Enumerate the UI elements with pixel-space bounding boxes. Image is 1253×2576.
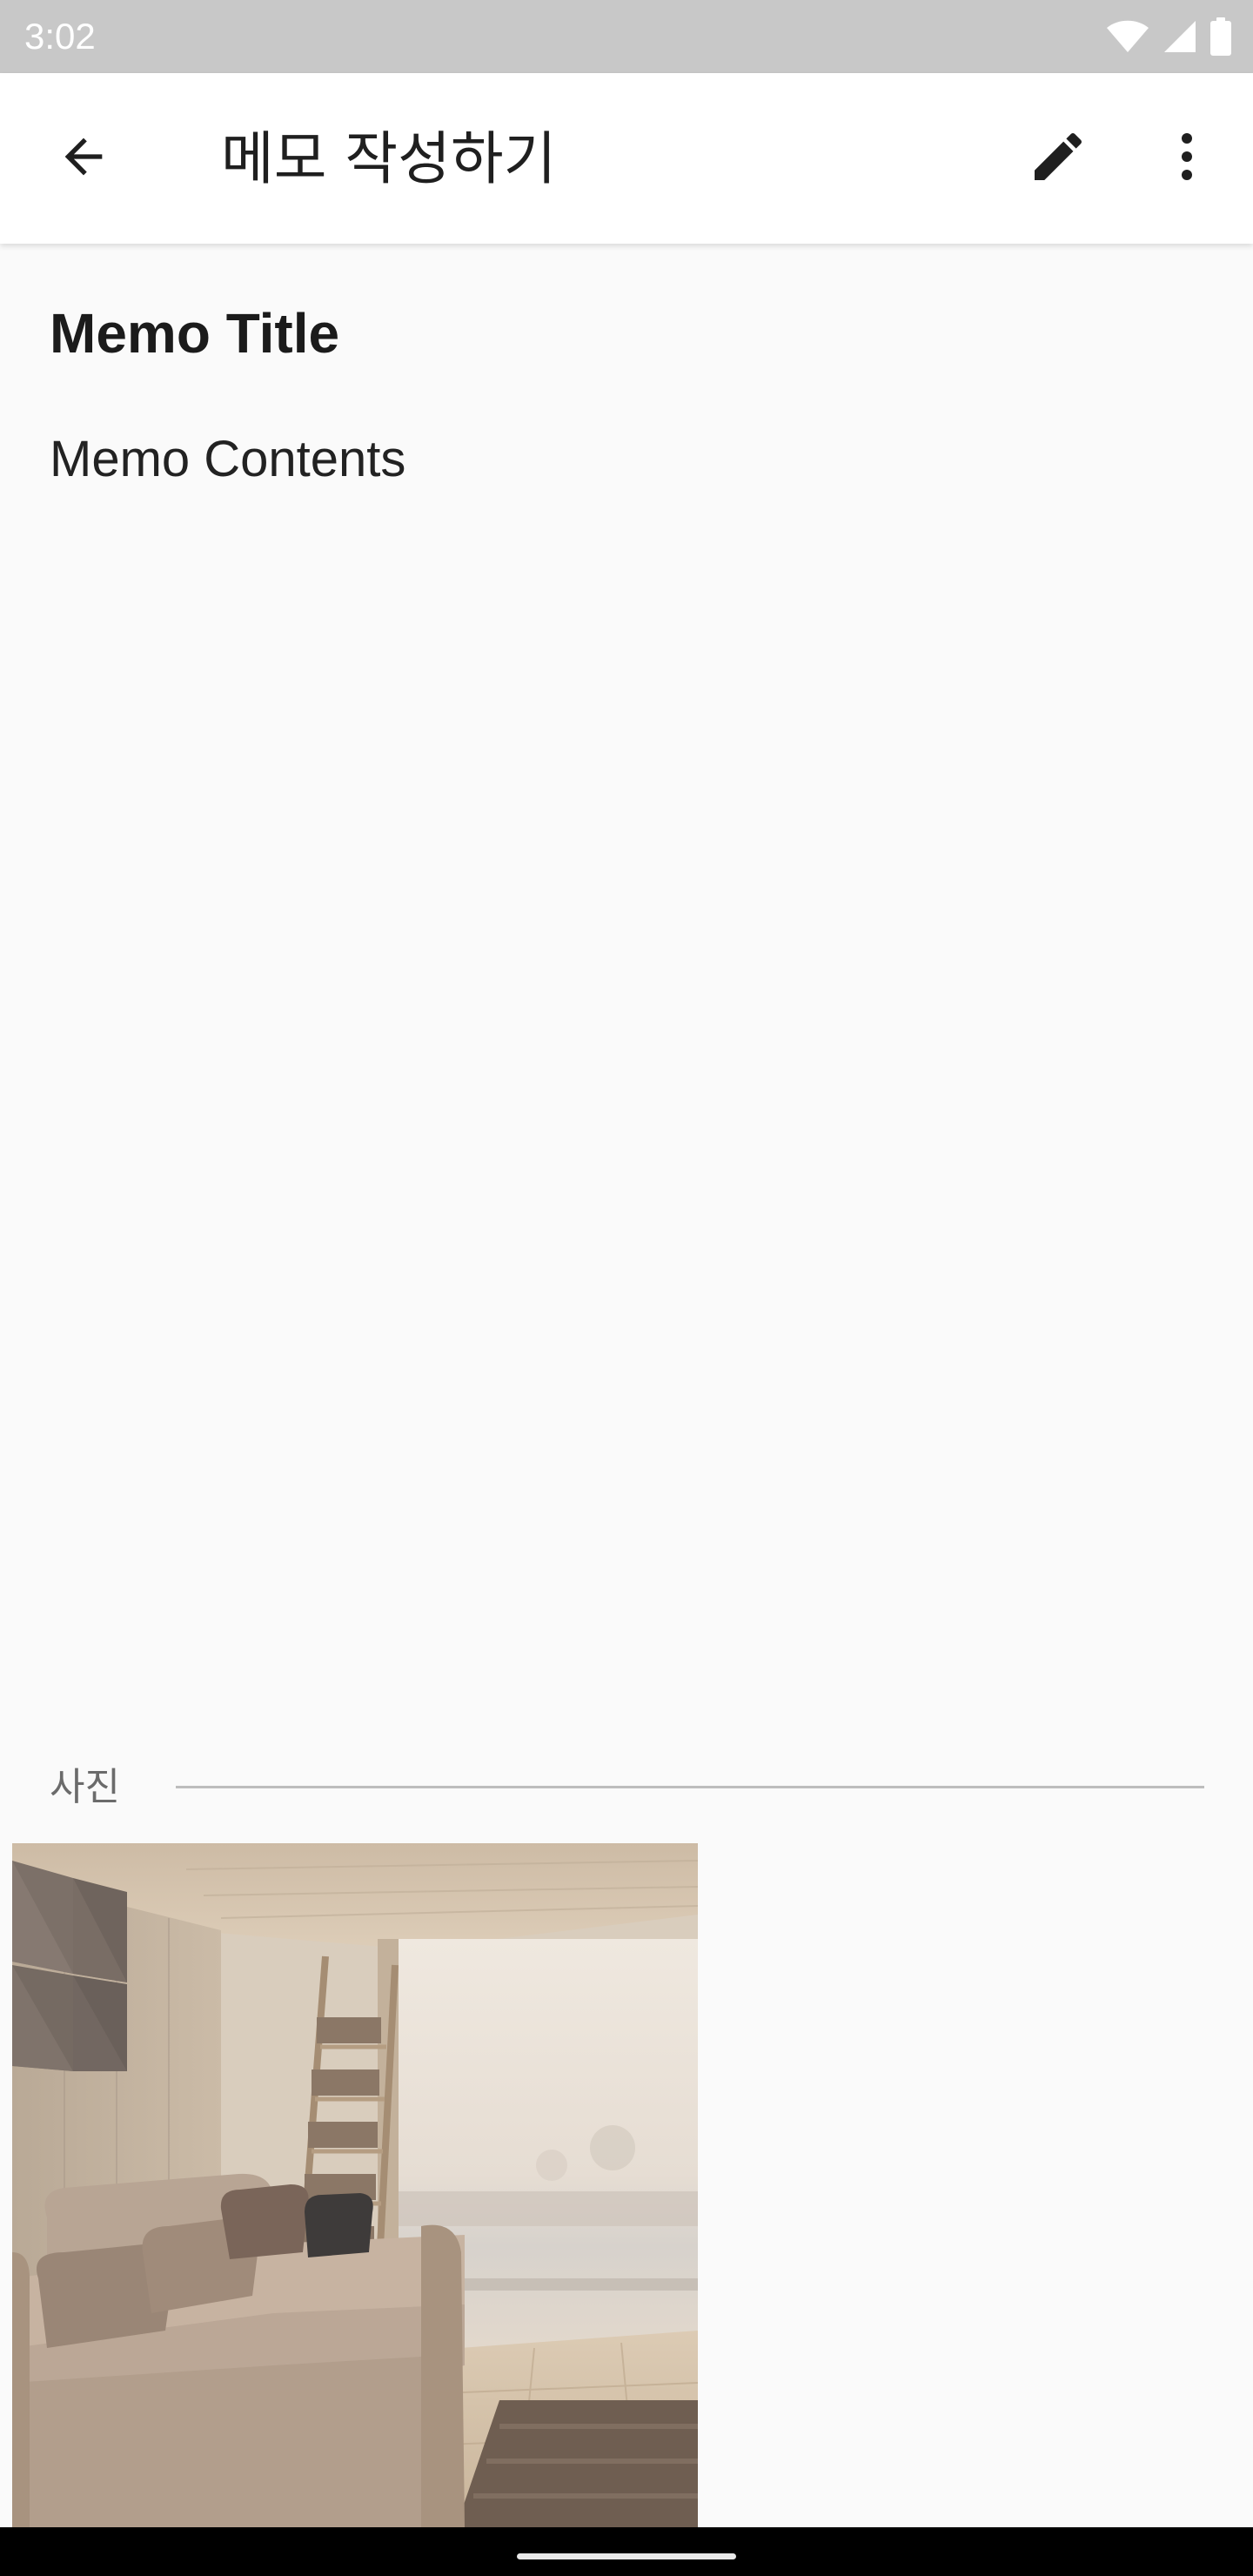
pencil-icon [1027, 125, 1089, 191]
battery-icon [1209, 17, 1232, 56]
status-bar: 3:02 [0, 0, 1253, 73]
memo-detail-screen: 3:02 메모 작성하기 Memo Title Memo Contents 사진 [0, 0, 1253, 2576]
home-gesture-handle[interactable] [517, 2553, 736, 2559]
arrow-back-icon [56, 129, 111, 188]
more-options-button[interactable] [1145, 117, 1229, 200]
memo-contents: Memo Contents [50, 431, 406, 487]
wifi-icon [1105, 19, 1150, 54]
living-room-photo [12, 1843, 698, 2527]
photo-section-label: 사진 [50, 1765, 120, 1809]
app-bar: 메모 작성하기 [0, 73, 1253, 244]
system-navigation-bar [0, 2527, 1253, 2576]
photo-thumbnail[interactable] [12, 1843, 698, 2527]
back-button[interactable] [42, 117, 125, 200]
edit-button[interactable] [1016, 117, 1100, 200]
cellular-signal-icon [1163, 19, 1197, 54]
section-divider [176, 1786, 1204, 1788]
status-icons [1105, 17, 1232, 56]
more-vert-icon [1156, 125, 1218, 191]
memo-title: Memo Title [50, 302, 340, 365]
page-title: 메모 작성하기 [221, 125, 557, 192]
status-time: 3:02 [24, 16, 96, 57]
